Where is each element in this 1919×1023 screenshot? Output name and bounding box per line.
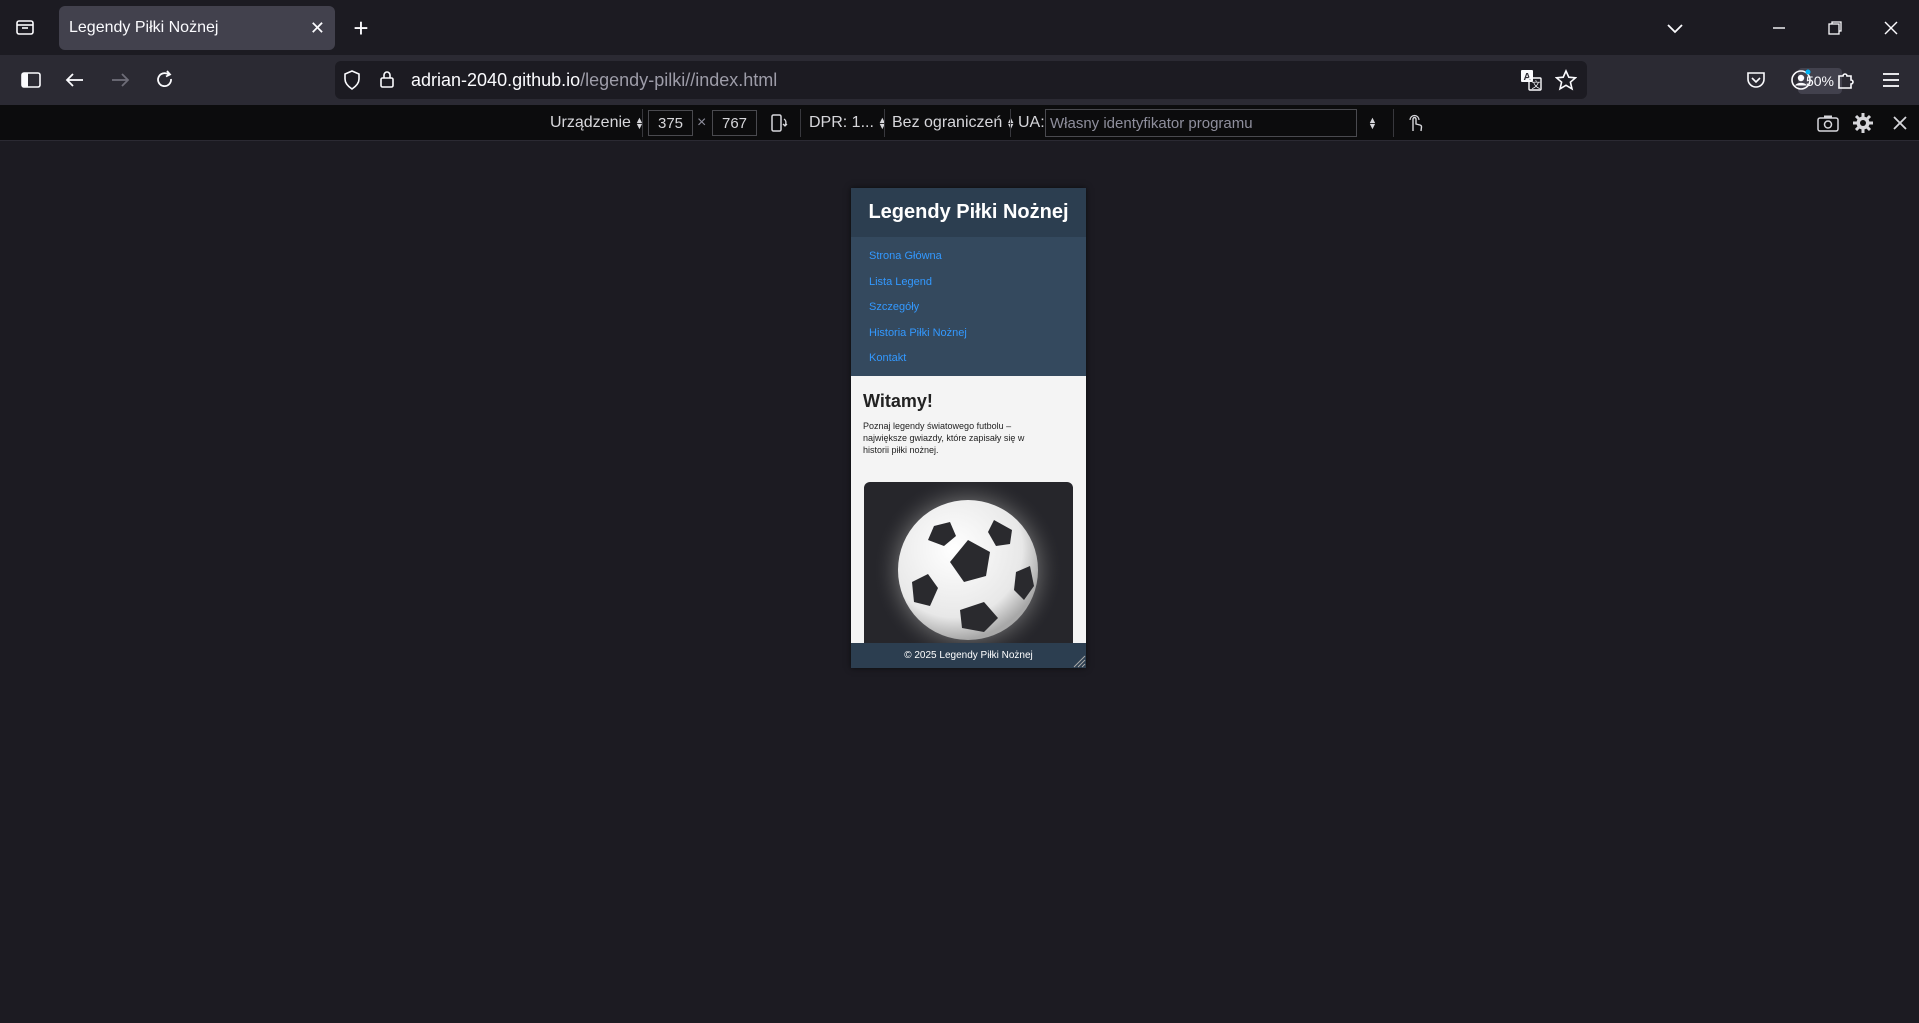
nav-link-details[interactable]: Szczegóły — [869, 298, 1086, 324]
viewport-width-input[interactable]: 375 — [648, 110, 693, 136]
shield-icon[interactable] — [343, 70, 361, 95]
close-rdm-icon[interactable] — [1887, 111, 1913, 135]
tab-strip: Legendy Piłki Nożnej ✕ + — [0, 0, 1919, 55]
window-close-icon[interactable] — [1876, 13, 1906, 43]
welcome-heading: Witamy! — [863, 391, 933, 411]
ua-label: UA: — [1018, 114, 1045, 131]
site-main: Witamy! Poznaj legendy światowego futbol… — [851, 376, 1086, 456]
url-host: adrian-2040.github.io — [411, 70, 581, 90]
intro-paragraph: Poznaj legendy światowego futbolu – najw… — [863, 421, 1025, 455]
close-icon[interactable]: ✕ — [310, 18, 325, 39]
updown-arrows-icon: ▲▼ — [877, 115, 887, 131]
navigation-toolbar: adrian-2040.github.io/legendy-pilki//ind… — [0, 55, 1919, 105]
rotate-viewport-icon[interactable] — [766, 111, 792, 135]
ua-selector-arrows-icon[interactable]: ▲ ▼ — [1368, 105, 1377, 141]
bookmark-star-icon[interactable] — [1554, 69, 1578, 96]
translate-icon[interactable]: A文 — [1520, 69, 1542, 96]
throttle-label: Bez ograniczeń — [892, 114, 1003, 131]
tab-list-chevron-icon[interactable] — [1660, 13, 1690, 43]
dimension-times: × — [697, 114, 707, 131]
forward-icon[interactable] — [105, 65, 135, 95]
nav-link-history[interactable]: Historia Piłki Nożnej — [869, 324, 1086, 350]
site-header: Legendy Piłki Nożnej — [851, 188, 1086, 237]
restore-icon[interactable] — [1820, 13, 1850, 43]
tab-title: Legendy Piłki Nożnej — [69, 19, 219, 36]
device-viewport: Legendy Piłki Nożnej Strona Główna Lista… — [851, 188, 1086, 668]
user-agent-placeholder: Własny identyfikator programu — [1050, 114, 1253, 132]
new-tab-icon[interactable]: + — [346, 13, 376, 43]
viewport-height-input[interactable]: 767 — [712, 110, 757, 136]
svg-text:文: 文 — [1532, 79, 1541, 90]
device-label: Urządzenie — [550, 114, 631, 131]
user-agent-input[interactable]: Własny identyfikator programu — [1045, 109, 1357, 137]
screenshot-camera-icon[interactable] — [1815, 111, 1841, 135]
pocket-icon[interactable] — [1741, 65, 1771, 95]
account-icon[interactable] — [1786, 65, 1816, 95]
nav-link-legend-list[interactable]: Lista Legend — [869, 273, 1086, 299]
tab-overview-icon[interactable] — [10, 12, 40, 42]
resize-handle-icon[interactable] — [1070, 652, 1086, 668]
url-path: /legendy-pilki//index.html — [580, 70, 778, 90]
device-selector[interactable]: Urządzenie ▲ ▼ — [550, 105, 644, 141]
browser-tab[interactable]: Legendy Piłki Nożnej ✕ — [59, 6, 335, 50]
footer-copyright: © 2025 Legendy Piłki Nożnej — [904, 650, 1033, 661]
minimize-icon[interactable] — [1764, 13, 1794, 43]
sidebar-icon[interactable] — [16, 65, 46, 95]
dpr-label: DPR: 1... — [809, 114, 874, 131]
lock-icon[interactable] — [379, 69, 395, 94]
football-image — [864, 482, 1073, 652]
settings-gear-icon[interactable] — [1850, 111, 1876, 135]
site-footer: © 2025 Legendy Piłki Nożnej — [851, 643, 1086, 668]
extensions-icon[interactable] — [1831, 65, 1861, 95]
menu-icon[interactable] — [1876, 65, 1906, 95]
back-icon[interactable] — [60, 65, 90, 95]
network-throttle-selector[interactable]: Bez ograniczeń ▲▼ — [892, 105, 1015, 141]
nav-link-home[interactable]: Strona Główna — [869, 247, 1086, 273]
nav-link-contact[interactable]: Kontakt — [869, 349, 1086, 375]
site-navigation: Strona Główna Lista Legend Szczegóły His… — [851, 237, 1086, 376]
reload-icon[interactable] — [150, 65, 180, 95]
dpr-selector[interactable]: DPR: 1... ▲ ▼ — [809, 105, 887, 141]
touch-simulation-icon[interactable] — [1402, 111, 1428, 135]
site-title: Legendy Piłki Nożnej — [868, 201, 1069, 223]
url-bar[interactable]: adrian-2040.github.io/legendy-pilki//ind… — [335, 61, 1842, 99]
responsive-design-toolbar: Urządzenie ▲ ▼ 375 × 767 DPR: 1... ▲ ▼ Bez… — [0, 105, 1919, 141]
